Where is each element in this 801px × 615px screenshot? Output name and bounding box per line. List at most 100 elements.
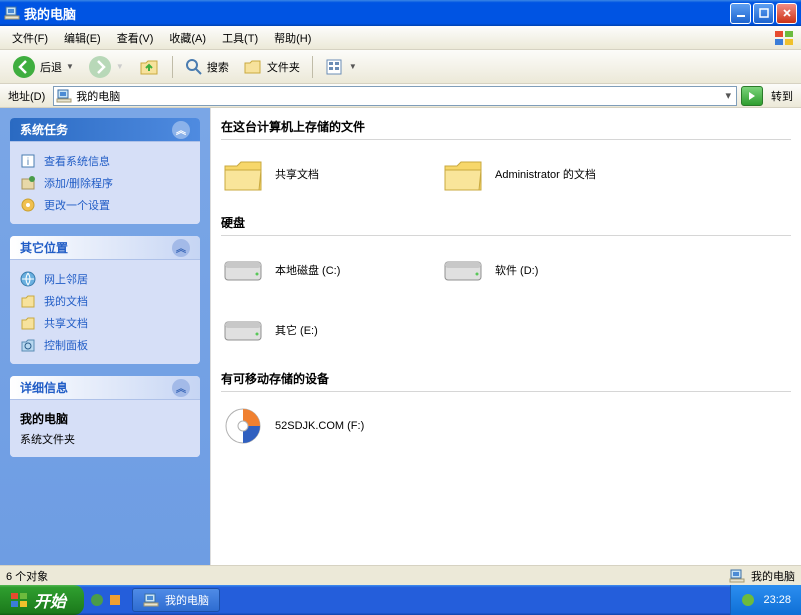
status-bar: 6 个对象 我的电脑 [0,565,801,585]
start-button[interactable]: 开始 [0,585,84,615]
search-button[interactable]: 搜索 [179,55,235,79]
settings-icon [20,197,36,213]
back-arrow-icon [12,55,36,79]
up-button[interactable] [132,53,166,81]
go-label: 转到 [767,88,797,104]
add-remove-icon [20,175,36,191]
my-computer-icon [143,592,159,608]
go-button[interactable] [741,86,763,106]
disk-item-c[interactable]: 本地磁盘 (C:) [221,248,441,292]
files-grid: 共享文档 Administrator 的文档 [221,148,791,208]
collapse-icon: ︽ [172,239,190,257]
maximize-button[interactable] [753,3,774,24]
folders-icon [243,58,263,76]
removable-item-f[interactable]: 52SDJK.COM (F:) [221,404,441,448]
quick-launch-icon[interactable] [108,593,122,607]
address-input[interactable]: 我的电脑 ▾ [53,86,737,106]
system-tasks-panel: 系统任务 ︽ i 查看系统信息 添加/删除程序 更改一个设置 [10,118,200,224]
file-item-admin-docs[interactable]: Administrator 的文档 [441,152,661,196]
place-network[interactable]: 网上邻居 [20,268,190,290]
task-label: 查看系统信息 [44,153,110,169]
back-button[interactable]: 后退 ▼ [6,52,80,82]
forward-button[interactable]: ▼ [82,52,130,82]
minimize-button[interactable] [730,3,751,24]
removable-grid: 52SDJK.COM (F:) [221,400,791,460]
details-panel: 详细信息 ︽ 我的电脑 系统文件夹 [10,376,200,457]
chevron-down-icon: ▼ [66,62,74,71]
svg-text:i: i [27,157,29,168]
back-label: 后退 [40,59,62,75]
status-location: 我的电脑 [751,568,795,584]
disks-grid: 本地磁盘 (C:) 软件 (D:) 其它 (E:) [221,244,791,364]
disk-label: 本地磁盘 (C:) [275,262,340,278]
details-header[interactable]: 详细信息 ︽ [10,376,200,400]
status-objects: 6 个对象 [6,568,48,584]
section-heading-removable: 有可移动存储的设备 [221,370,791,389]
documents-icon [20,293,36,309]
quick-launch [84,593,128,607]
panel-body: 我的电脑 系统文件夹 [10,400,200,457]
views-icon [325,58,345,76]
menu-tools[interactable]: 工具(T) [214,27,266,49]
windows-logo-icon [773,29,797,47]
menu-file[interactable]: 文件(F) [4,27,56,49]
menu-edit[interactable]: 编辑(E) [56,27,109,49]
chevron-down-icon: ▼ [349,62,357,71]
address-label: 地址(D) [4,88,49,104]
panel-body: 网上邻居 我的文档 共享文档 控制面板 [10,260,200,364]
tray-icon[interactable] [741,593,755,607]
taskbar-button-my-computer[interactable]: 我的电脑 [132,588,220,612]
section-heading-files: 在这台计算机上存储的文件 [221,118,791,137]
hard-disk-icon [221,252,265,288]
system-tasks-header[interactable]: 系统任务 ︽ [10,118,200,142]
hard-disk-icon [441,252,485,288]
system-tray: 23:28 [730,585,801,615]
forward-arrow-icon [88,55,112,79]
address-bar: 地址(D) 我的电脑 ▾ 转到 [0,84,801,108]
file-item-shared-docs[interactable]: 共享文档 [221,152,441,196]
task-label: 我的电脑 [165,592,209,608]
panel-title: 系统任务 [20,121,68,138]
section-divider [221,391,791,392]
other-places-header[interactable]: 其它位置 ︽ [10,236,200,260]
place-my-documents[interactable]: 我的文档 [20,290,190,312]
folder-icon [221,154,265,194]
place-control-panel[interactable]: 控制面板 [20,334,190,356]
menu-help[interactable]: 帮助(H) [266,27,319,49]
content-area: 系统任务 ︽ i 查看系统信息 添加/删除程序 更改一个设置 [0,108,801,565]
address-value: 我的电脑 [76,88,120,104]
tray-clock[interactable]: 23:28 [763,594,791,606]
task-change-setting[interactable]: 更改一个设置 [20,194,190,216]
toolbar-separator [312,56,313,78]
task-system-info[interactable]: i 查看系统信息 [20,150,190,172]
views-button[interactable]: ▼ [319,55,363,79]
my-computer-icon [729,568,745,584]
address-dropdown-icon[interactable]: ▾ [722,89,734,102]
file-label: Administrator 的文档 [495,166,596,182]
task-add-remove[interactable]: 添加/删除程序 [20,172,190,194]
panel-title: 详细信息 [20,379,68,396]
menu-view[interactable]: 查看(V) [109,27,162,49]
hard-disk-icon [221,312,265,348]
sidebar: 系统任务 ︽ i 查看系统信息 添加/删除程序 更改一个设置 [0,108,210,565]
network-icon [20,271,36,287]
place-label: 共享文档 [44,315,88,331]
menu-bar: 文件(F) 编辑(E) 查看(V) 收藏(A) 工具(T) 帮助(H) [0,26,801,50]
menu-favorites[interactable]: 收藏(A) [161,27,214,49]
window-title: 我的电脑 [24,4,728,23]
disk-item-e[interactable]: 其它 (E:) [221,308,441,352]
disk-label: 其它 (E:) [275,322,318,338]
task-label: 添加/删除程序 [44,175,113,191]
quick-launch-icon[interactable] [90,593,104,607]
disk-item-d[interactable]: 软件 (D:) [441,248,661,292]
chevron-down-icon: ▼ [116,62,124,71]
info-icon: i [20,153,36,169]
close-button[interactable] [776,3,797,24]
toolbar: 后退 ▼ ▼ 搜索 文件夹 ▼ [0,50,801,84]
folders-button[interactable]: 文件夹 [237,55,306,79]
my-computer-icon [56,88,72,104]
place-label: 控制面板 [44,337,88,353]
collapse-icon: ︽ [172,379,190,397]
place-shared-documents[interactable]: 共享文档 [20,312,190,334]
removable-label: 52SDJK.COM (F:) [275,420,364,432]
